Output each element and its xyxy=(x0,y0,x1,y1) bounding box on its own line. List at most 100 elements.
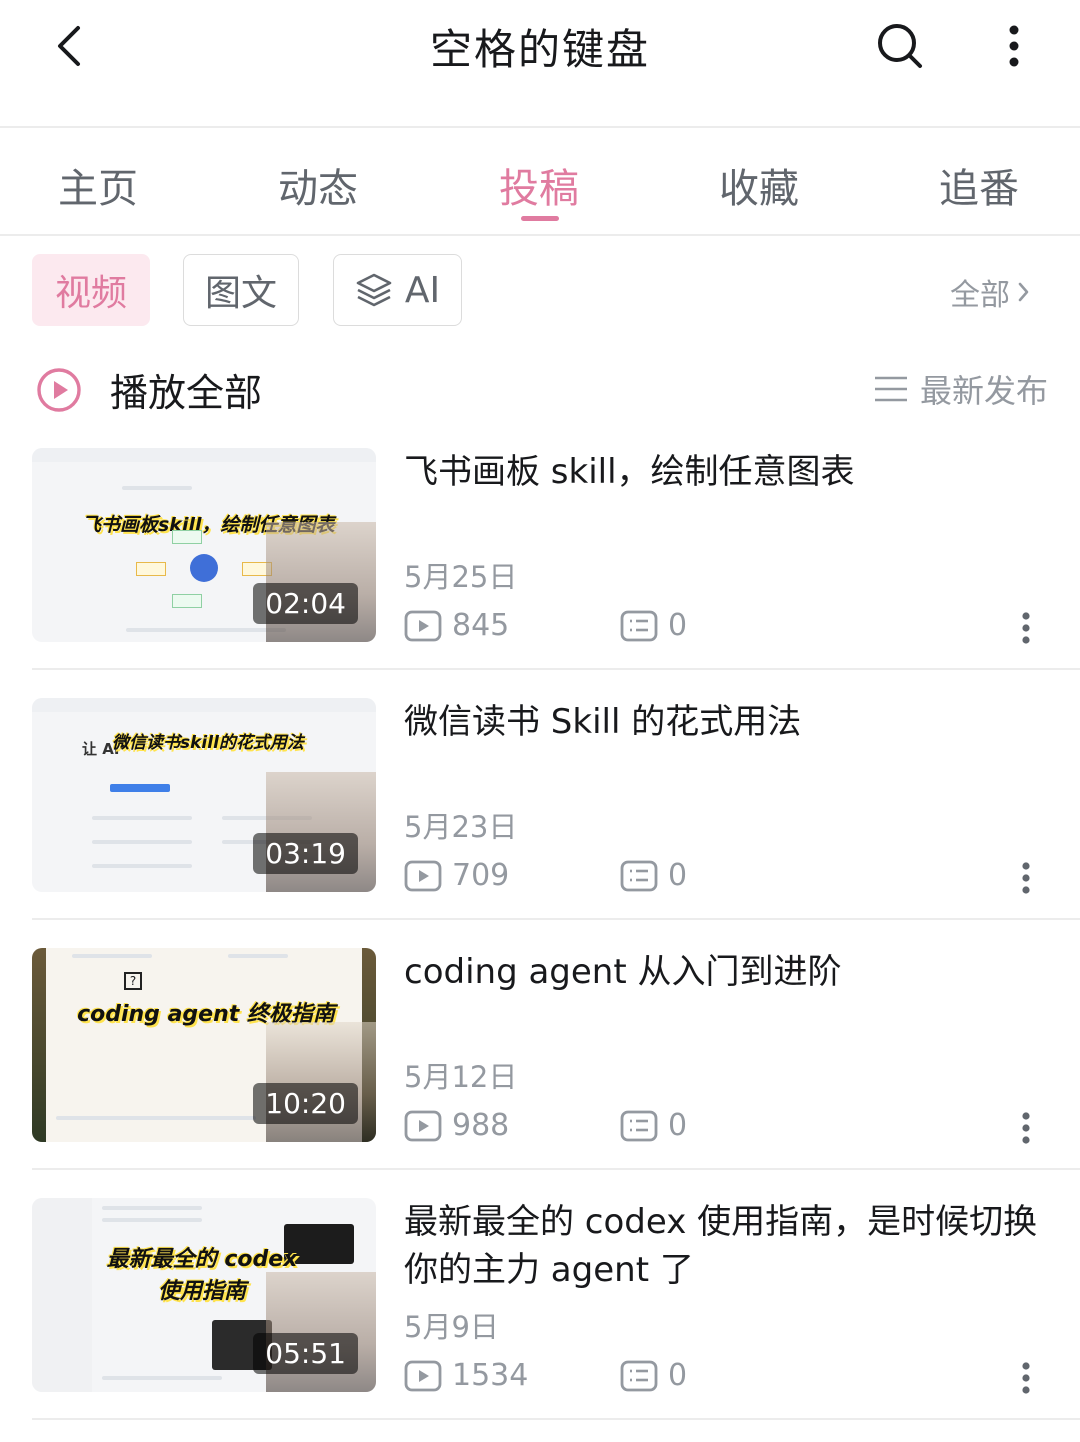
video-duration: 10:20 xyxy=(253,1083,358,1124)
list-divider xyxy=(32,1168,1080,1170)
video-list-item[interactable]: 最新最全的 codex 使用指南 05:51 最新最全的 codex 使用指南，… xyxy=(32,1198,1080,1442)
filter-chip-label: 视频 xyxy=(54,273,127,314)
video-thumbnail[interactable]: 飞书画板skill，绘制任意图表 02:04 xyxy=(32,448,376,642)
thumbnail-decoration xyxy=(266,1272,376,1392)
video-thumbnail[interactable]: ? coding agent 终极指南 10:20 xyxy=(32,948,376,1142)
danmaku-icon xyxy=(620,860,658,891)
thumbnail-decoration xyxy=(110,784,170,792)
thumbnail-decoration xyxy=(126,628,286,632)
danmaku-icon xyxy=(620,610,658,641)
video-duration: 05:51 xyxy=(253,1333,358,1374)
video-list-item[interactable]: ? coding agent 终极指南 10:20 coding agent 从… xyxy=(32,948,1080,1198)
more-button[interactable] xyxy=(992,16,1036,76)
video-thumbnail[interactable]: 最新最全的 codex 使用指南 05:51 xyxy=(32,1198,376,1392)
view-count: 845 xyxy=(404,608,509,643)
tab-uploads[interactable]: 投稿 xyxy=(459,156,619,214)
thumbnail-decoration xyxy=(190,554,218,582)
video-more-button[interactable] xyxy=(1002,1104,1050,1152)
search-icon xyxy=(878,24,922,68)
thumbnail-decoration xyxy=(102,1218,202,1222)
thumbnail-decoration xyxy=(228,954,288,958)
more-vertical-icon xyxy=(1022,612,1030,644)
layers-icon xyxy=(356,273,392,307)
thumbnail-caption: 微信读书skill的花式用法 xyxy=(112,733,304,753)
filter-chip-video[interactable]: 视频 xyxy=(32,254,150,326)
thumbnail-decoration xyxy=(266,1022,376,1142)
more-vertical-icon xyxy=(1009,25,1019,67)
all-filter-label: 全部 xyxy=(950,278,1010,313)
view-count: 709 xyxy=(404,858,509,893)
video-title[interactable]: 最新最全的 codex 使用指南，是时候切换你的主力 agent 了 xyxy=(404,1198,1044,1294)
play-count-icon xyxy=(404,1110,442,1141)
comment-count: 0 xyxy=(620,608,687,643)
view-count-value: 709 xyxy=(452,858,510,893)
thumbnail-decoration xyxy=(72,954,152,958)
thumbnail-decoration xyxy=(92,840,192,844)
thumbnail-decoration xyxy=(92,816,192,820)
view-count: 1534 xyxy=(404,1358,528,1393)
view-count-value: 1534 xyxy=(452,1358,529,1393)
video-date: 5月23日 xyxy=(404,810,518,844)
play-all-label: 播放全部 xyxy=(110,371,263,415)
thumbnail-decoration xyxy=(56,1116,256,1120)
video-title[interactable]: 微信读书 Skill 的花式用法 xyxy=(404,698,1044,746)
thumbnail-decoration xyxy=(32,698,376,712)
search-button[interactable] xyxy=(870,16,930,76)
sort-selector[interactable]: 最新发布 xyxy=(874,366,1048,412)
thumbnail-decoration xyxy=(266,772,376,892)
view-count-value: 988 xyxy=(452,1108,510,1143)
video-list-item[interactable]: 让 AI 微信读书skill的花式用法 03:19 微信读书 Skill 的花式… xyxy=(32,698,1080,948)
filter-chip-label: 图文 xyxy=(204,273,277,314)
list-divider xyxy=(32,1418,1080,1420)
video-title[interactable]: 飞书画板 skill，绘制任意图表 xyxy=(404,448,1044,496)
play-count-icon xyxy=(404,610,442,641)
active-tab-indicator xyxy=(521,216,559,221)
video-more-button[interactable] xyxy=(1002,604,1050,652)
more-vertical-icon xyxy=(1022,862,1030,894)
thumbnail-decoration xyxy=(32,948,46,1142)
play-count-icon xyxy=(404,860,442,891)
play-all-button[interactable]: 播放全部 xyxy=(36,362,262,417)
list-divider xyxy=(32,918,1080,920)
video-date: 5月9日 xyxy=(404,1310,499,1344)
thumbnail-decoration: ? xyxy=(124,972,142,990)
comment-count: 0 xyxy=(620,1108,687,1143)
danmaku-icon xyxy=(620,1110,658,1141)
danmaku-icon xyxy=(620,1360,658,1391)
comment-count: 0 xyxy=(620,1358,687,1393)
chevron-right-icon xyxy=(1018,282,1029,302)
comment-count-value: 0 xyxy=(668,608,688,643)
comment-count-value: 0 xyxy=(668,858,688,893)
thumbnail-decoration xyxy=(172,530,202,544)
tab-bangumi[interactable]: 追番 xyxy=(899,156,1059,214)
video-more-button[interactable] xyxy=(1002,854,1050,902)
tab-favorites[interactable]: 收藏 xyxy=(679,156,839,214)
comment-count: 0 xyxy=(620,858,687,893)
play-circle-icon xyxy=(37,367,81,412)
video-date: 5月25日 xyxy=(404,560,518,594)
video-list-item[interactable]: 飞书画板skill，绘制任意图表 02:04 飞书画板 skill，绘制任意图表… xyxy=(32,448,1080,698)
video-more-button[interactable] xyxy=(1002,1354,1050,1402)
video-date: 5月12日 xyxy=(404,1060,518,1094)
filter-chip-label: AI xyxy=(404,269,441,311)
thumbnail-decoration xyxy=(92,864,192,868)
more-vertical-icon xyxy=(1022,1362,1030,1394)
sort-list-icon xyxy=(875,376,907,402)
tab-dynamics[interactable]: 动态 xyxy=(238,156,398,214)
thumbnail-decoration xyxy=(172,594,202,608)
video-duration: 03:19 xyxy=(253,833,358,874)
video-title[interactable]: coding agent 从入门到进阶 xyxy=(404,948,1044,996)
video-thumbnail[interactable]: 让 AI 微信读书skill的花式用法 03:19 xyxy=(32,698,376,892)
filter-chip-article[interactable]: 图文 xyxy=(183,254,299,326)
comment-count-value: 0 xyxy=(668,1358,688,1393)
sort-label: 最新发布 xyxy=(920,372,1049,410)
play-count-icon xyxy=(404,1360,442,1391)
tab-home[interactable]: 主页 xyxy=(18,156,178,214)
filter-chip-ai[interactable]: AI xyxy=(333,254,462,326)
thumbnail-decoration xyxy=(266,522,376,642)
thumbnail-decoration xyxy=(102,1376,222,1380)
all-filter-link[interactable]: 全部 xyxy=(950,270,1030,314)
video-duration: 02:04 xyxy=(253,583,358,624)
comment-count-value: 0 xyxy=(668,1108,688,1143)
thumbnail-decoration xyxy=(32,1198,92,1392)
